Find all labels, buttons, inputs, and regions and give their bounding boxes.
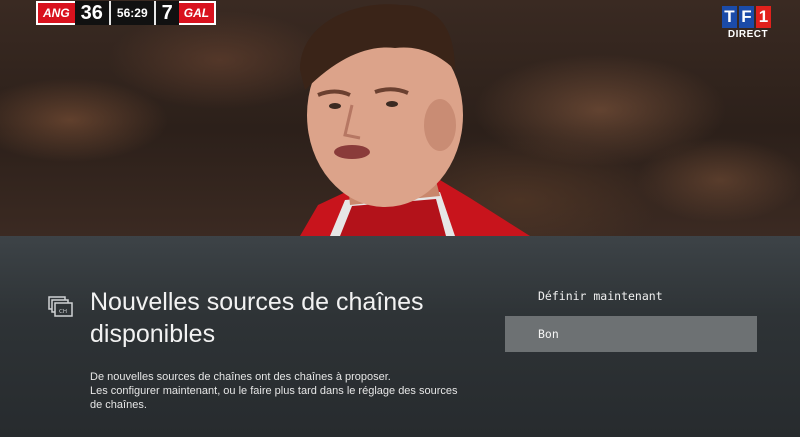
tf1-logo-letter: F — [739, 6, 754, 28]
tf1-logo: T F 1 — [722, 6, 772, 30]
away-score: 7 — [155, 1, 179, 25]
home-score: 36 — [74, 1, 109, 25]
dialog-description: De nouvelles sources de chaînes ont des … — [90, 371, 458, 411]
tf1-logo-letter: 1 — [756, 6, 771, 28]
match-clock: 56:29 — [108, 1, 156, 25]
away-team-label: GAL — [178, 1, 217, 25]
dialog-title: Nouvelles sources de chaînes disponibles — [90, 288, 424, 348]
svg-text:CH: CH — [59, 309, 67, 315]
define-now-button[interactable]: Définir maintenant — [538, 289, 663, 303]
channel-sources-icon: CH — [48, 296, 73, 317]
ok-button[interactable]: Bon — [505, 316, 757, 352]
live-video: ANG 36 56:29 7 GAL T F 1 DIRECT — [0, 0, 800, 236]
player-image — [300, 4, 530, 236]
home-team-label: ANG — [36, 1, 75, 25]
live-label: DIRECT — [727, 29, 769, 40]
scoreboard: ANG 36 56:29 7 GAL — [36, 1, 217, 25]
tf1-logo-letter: T — [722, 6, 737, 28]
